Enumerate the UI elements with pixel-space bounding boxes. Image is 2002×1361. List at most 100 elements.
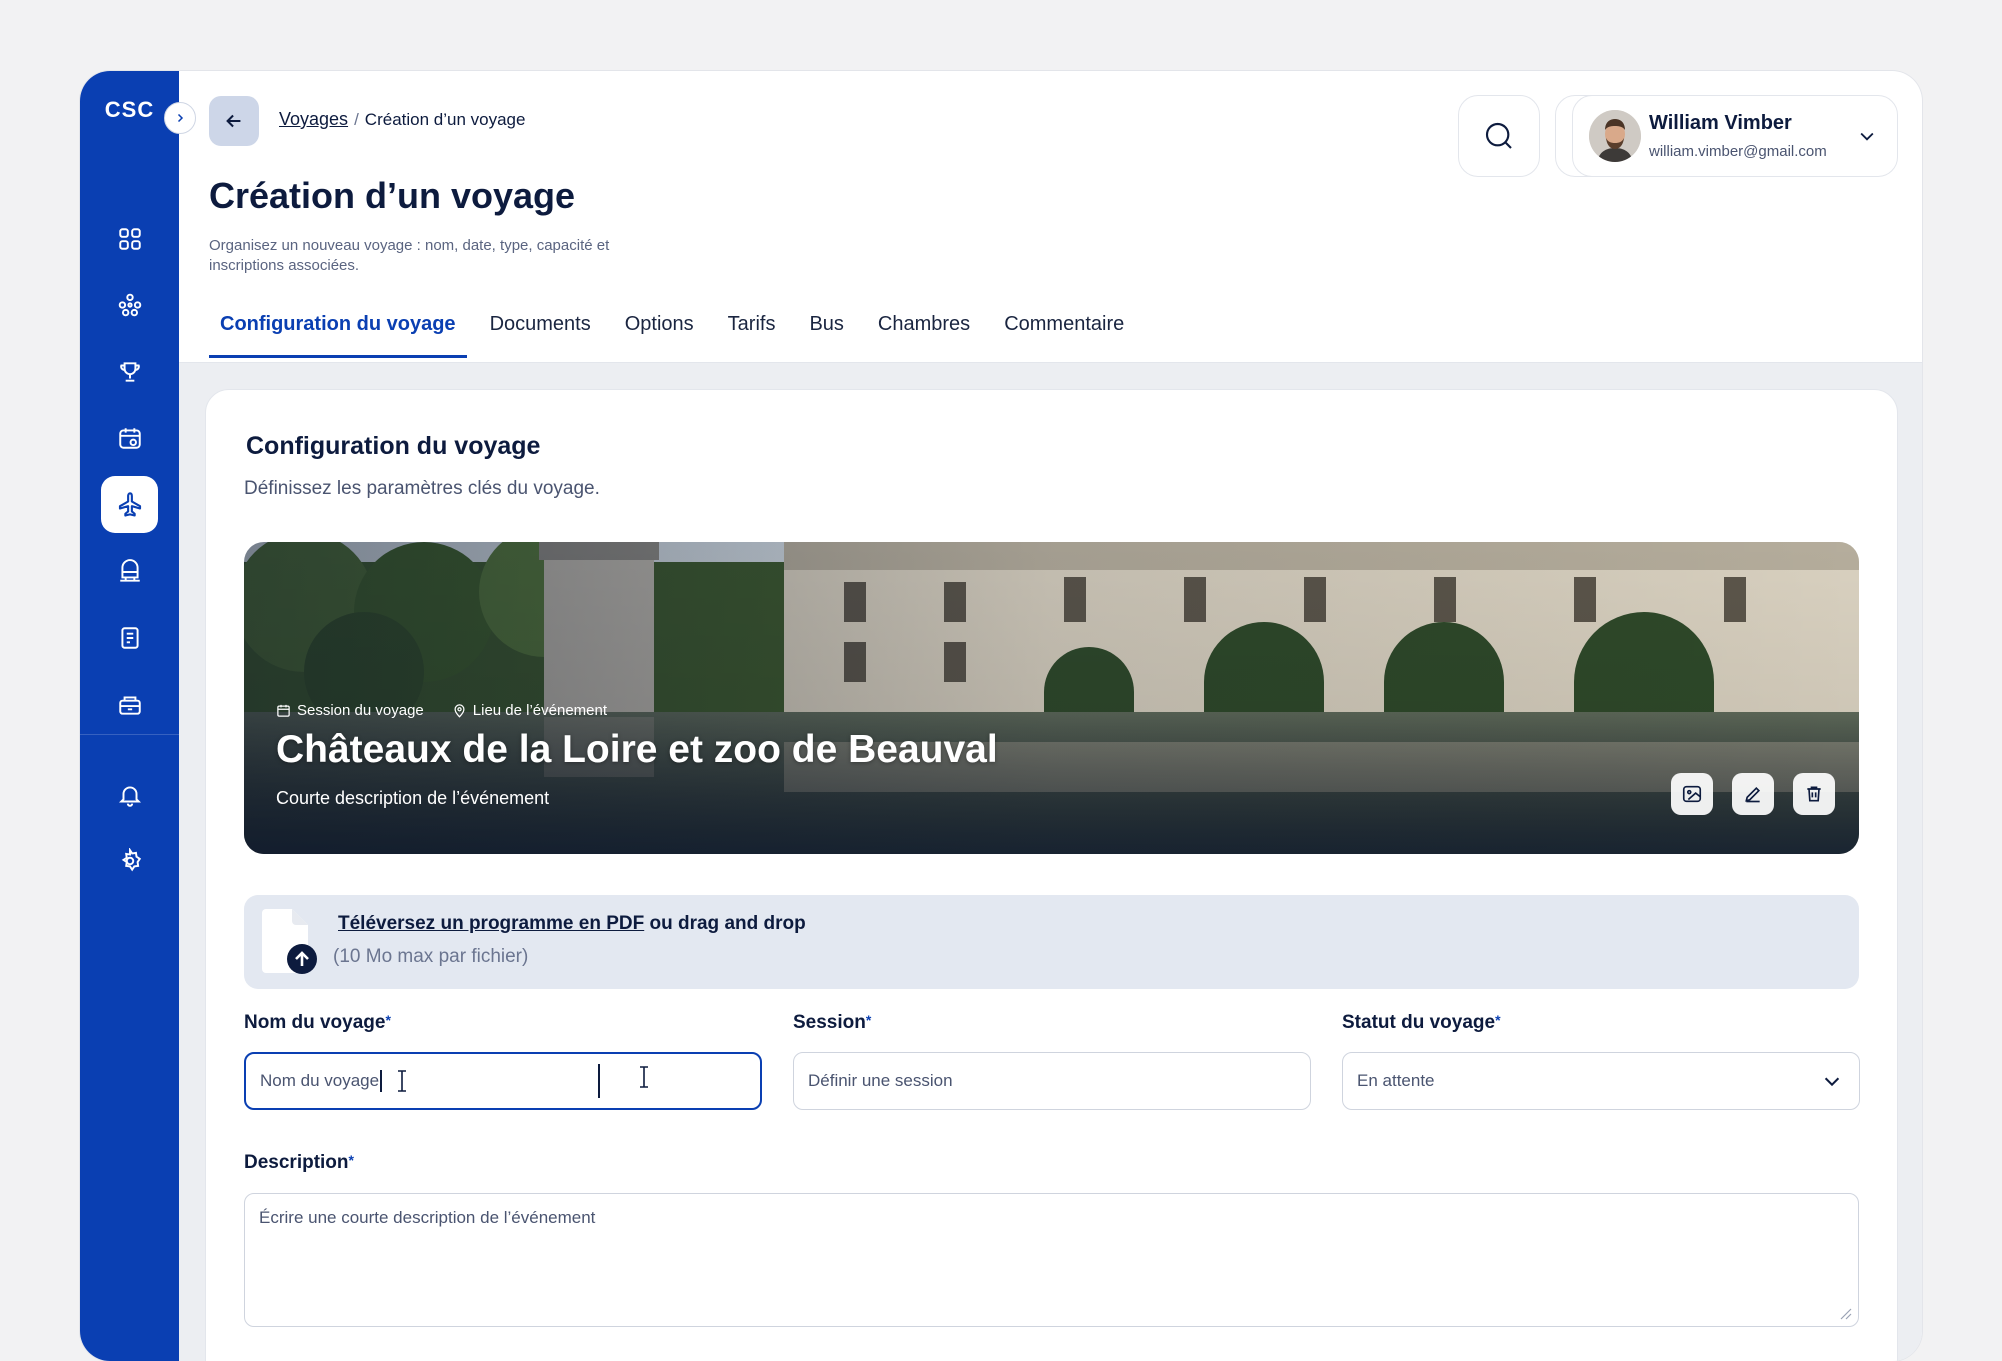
sidebar-item-calendar[interactable] (101, 409, 158, 466)
sidebar-item-dashboard[interactable] (101, 210, 158, 267)
tab-configuration[interactable]: Configuration du voyage (209, 313, 467, 358)
text-cursor-icon (640, 1066, 649, 1088)
sidebar-item-settings[interactable] (101, 832, 158, 889)
change-image-button[interactable] (1671, 773, 1713, 815)
required-mark: * (348, 1152, 354, 1168)
trip-name-input[interactable]: Nom du voyage (244, 1052, 762, 1110)
chevron-down-icon (1824, 1077, 1840, 1087)
arrow-left-icon (226, 114, 241, 128)
session-placeholder: Définir une session (808, 1071, 953, 1090)
required-mark: * (865, 1012, 872, 1028)
breadcrumb-current: Création d’un voyage (364, 109, 526, 129)
image-refresh-icon (1682, 785, 1702, 803)
reception-icon (118, 695, 141, 715)
edit-banner-button[interactable] (1732, 773, 1774, 815)
banner-session: Session du voyage (276, 702, 424, 719)
tab-tarifs[interactable]: Tarifs (717, 313, 787, 358)
user-email: william.vimber@gmail.com (1649, 143, 1827, 160)
sidebar-divider (80, 734, 179, 735)
sidebar-item-network[interactable] (101, 276, 158, 333)
description-textarea[interactable]: Écrire une courte description de l’événe… (244, 1193, 1859, 1327)
document-list-icon (120, 626, 139, 649)
tab-documents[interactable]: Documents (479, 313, 602, 358)
calendar-event-icon (118, 427, 141, 449)
bus-icon (119, 558, 140, 582)
upload-pdf-link[interactable]: Téléversez un programme en PDF (338, 913, 644, 934)
upload-size-hint: (10 Mo max par fichier) (333, 946, 529, 967)
banner-location: Lieu de l’événement (452, 702, 607, 719)
required-mark: * (1495, 1012, 1501, 1028)
description-label-text: Description (244, 1152, 349, 1173)
section-subtitle: Définissez les paramètres clés du voyage… (244, 478, 600, 499)
page-title: Création d’un voyage (209, 175, 576, 216)
sidebar-item-bus[interactable] (101, 543, 158, 600)
breadcrumb-link-voyages[interactable]: Voyages (279, 109, 348, 130)
resize-handle-icon[interactable] (1836, 1304, 1852, 1320)
banner-session-label: Session du voyage (297, 702, 424, 719)
tab-bar: Configuration du voyage Documents Option… (209, 313, 1147, 358)
session-input[interactable]: Définir une session (793, 1052, 1311, 1110)
tab-options[interactable]: Options (614, 313, 705, 358)
back-button[interactable] (209, 96, 259, 146)
chevron-right-icon (177, 113, 184, 123)
bell-icon (118, 785, 141, 807)
description-placeholder: Écrire une courte description de l’événe… (259, 1208, 596, 1227)
description-label: Description* (244, 1152, 354, 1174)
plane-icon (118, 491, 141, 517)
session-label-text: Session (793, 1012, 866, 1033)
sidebar-item-voyages[interactable] (101, 476, 158, 533)
calendar-icon (277, 704, 290, 717)
trophy-icon (119, 361, 140, 382)
sidebar-item-reception[interactable] (101, 676, 158, 733)
settings-icon (121, 847, 141, 871)
status-label-text: Statut du voyage (1342, 1012, 1496, 1033)
chevron-down-icon (1860, 132, 1874, 141)
trip-name-label-text: Nom du voyage (244, 1012, 386, 1033)
pdf-upload-dropzone[interactable]: Téléversez un programme en PDF ou drag a… (244, 895, 1859, 989)
pencil-icon (1745, 786, 1761, 803)
banner-title: Châteaux de la Loire et zoo de Beauval (276, 728, 998, 771)
location-pin-icon (454, 704, 465, 718)
text-cursor (380, 1070, 383, 1092)
delete-banner-button[interactable] (1793, 773, 1835, 815)
network-icon (118, 293, 141, 316)
status-value: En attente (1357, 1071, 1435, 1090)
breadcrumb-separator: / (354, 109, 359, 129)
search-icon (1485, 122, 1512, 149)
banner-meta: Session du voyage Lieu de l’événement (276, 702, 607, 719)
tab-bus[interactable]: Bus (798, 313, 854, 358)
avatar (1589, 110, 1641, 162)
status-select[interactable]: En attente (1342, 1052, 1860, 1110)
banner-location-label: Lieu de l’événement (472, 702, 608, 719)
tab-commentaire[interactable]: Commentaire (993, 313, 1135, 358)
user-name: William Vimber (1649, 112, 1792, 134)
sidebar-item-trophy[interactable] (101, 343, 158, 400)
search-button[interactable] (1458, 95, 1540, 177)
tab-chambres[interactable]: Chambres (867, 313, 981, 358)
trash-icon (1807, 786, 1821, 802)
upload-instructions: Téléversez un programme en PDF ou drag a… (338, 913, 806, 935)
sidebar-collapse-button[interactable] (164, 102, 196, 134)
sidebar-item-documents[interactable] (101, 609, 158, 666)
sidebar: CSC (80, 71, 179, 1361)
trip-name-value: Nom du voyage (260, 1071, 380, 1090)
text-cursor-icon (398, 1070, 407, 1092)
required-mark: * (385, 1012, 391, 1028)
page-subtitle: Organisez un nouveau voyage : nom, date,… (209, 237, 610, 274)
breadcrumb: Voyages / Création d’un voyage (279, 109, 525, 130)
app-window: CSC Voyages / Création d’un voyage Créat… (80, 71, 1922, 1361)
upload-drag-text: ou drag and drop (644, 913, 806, 934)
trip-banner: Session du voyage Lieu de l’événement Ch… (244, 542, 1859, 854)
user-menu[interactable]: William Vimber william.vimber@gmail.com (1572, 95, 1898, 177)
section-title: Configuration du voyage (246, 432, 541, 460)
sidebar-item-notifications[interactable] (101, 766, 158, 823)
banner-description: Courte description de l’événement (276, 788, 550, 808)
file-upload-icon (262, 909, 317, 974)
status-label: Statut du voyage* (1342, 1012, 1501, 1034)
text-caret-marker (598, 1064, 601, 1098)
trip-name-label: Nom du voyage* (244, 1012, 391, 1034)
configuration-card: Configuration du voyage Définissez les p… (205, 389, 1898, 1361)
session-label: Session* (793, 1012, 871, 1034)
main-content: Voyages / Création d’un voyage Création … (179, 71, 1922, 1361)
dashboard-icon (118, 227, 141, 250)
